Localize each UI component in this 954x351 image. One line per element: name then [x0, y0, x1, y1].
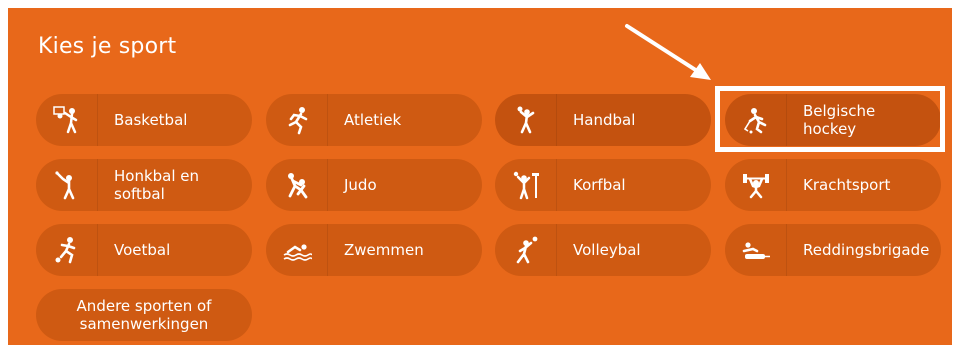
football-icon [36, 224, 98, 276]
sport-label: Basketbal [114, 111, 188, 129]
page-title: Kies je sport [38, 34, 177, 59]
sport-label: Handbal [573, 111, 636, 129]
lifesaving-icon [725, 224, 787, 276]
sport-button-atletiek[interactable]: Atletiek [266, 94, 482, 146]
basketball-icon [36, 94, 98, 146]
korfball-icon [495, 159, 557, 211]
sport-label: Krachtsport [803, 176, 891, 194]
sport-label: Volleybal [573, 241, 641, 259]
athletics-icon [266, 94, 328, 146]
sport-label: Judo [344, 176, 377, 194]
handball-icon [495, 94, 557, 146]
sport-label: Korfbal [573, 176, 626, 194]
sport-button-voetbal[interactable]: Voetbal [36, 224, 252, 276]
highlight-box [715, 86, 945, 152]
judo-icon [266, 159, 328, 211]
sport-label: Andere sporten of samenwerkingen [76, 297, 212, 333]
sport-button-honkbal-en-softbal[interactable]: Honkbal en softbal [36, 159, 252, 211]
weightlifting-icon [725, 159, 787, 211]
sport-button-volleybal[interactable]: Volleybal [495, 224, 711, 276]
baseball-icon [36, 159, 98, 211]
sport-button-judo[interactable]: Judo [266, 159, 482, 211]
sport-button-handbal[interactable]: Handbal [495, 94, 711, 146]
sport-label: Reddingsbrigade [803, 241, 930, 259]
sport-button-basketbal[interactable]: Basketbal [36, 94, 252, 146]
sport-button-andere-sporten[interactable]: Andere sporten of samenwerkingen [36, 289, 252, 341]
sport-label: Atletiek [344, 111, 402, 129]
sport-button-korfbal[interactable]: Korfbal [495, 159, 711, 211]
sport-label: Voetbal [114, 241, 171, 259]
sport-button-krachtsport[interactable]: Krachtsport [725, 159, 941, 211]
swimming-icon [266, 224, 328, 276]
sport-selector-panel: Kies je sport Basketbal Atletiek Handbal… [8, 8, 952, 345]
sport-label: Zwemmen [344, 241, 424, 259]
sport-button-reddingsbrigade[interactable]: Reddingsbrigade [725, 224, 941, 276]
sport-button-zwemmen[interactable]: Zwemmen [266, 224, 482, 276]
volleyball-icon [495, 224, 557, 276]
sport-label: Honkbal en softbal [114, 167, 200, 203]
